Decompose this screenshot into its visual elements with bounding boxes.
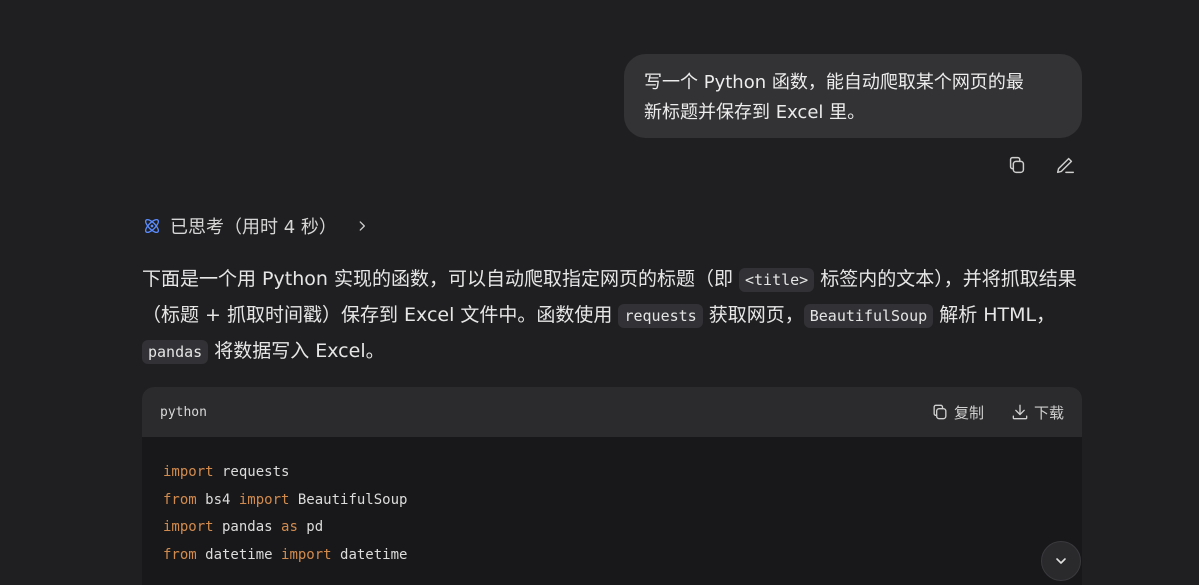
- message-actions: [1000, 150, 1090, 180]
- code-text: bs4: [196, 491, 239, 508]
- inline-code-title-tag: <title>: [738, 268, 815, 292]
- code-text: requests: [213, 464, 290, 480]
- thinking-toggle[interactable]: 已思考（用时 4 秒）: [142, 211, 369, 241]
- assistant-answer-text: 下面是一个用 Python 实现的函数，可以自动爬取指定网页的标题（即 <tit…: [142, 262, 1082, 370]
- code-keyword: from: [163, 546, 197, 563]
- download-code-button[interactable]: 下载: [1010, 402, 1064, 423]
- user-message-bubble: 写一个 Python 函数，能自动爬取某个网页的最 新标题并保存到 Excel …: [624, 54, 1082, 138]
- code-keyword: from: [163, 491, 197, 508]
- code-content: import requests from bs4 import Beautiful…: [142, 437, 1082, 569]
- user-message-line-1: 写一个 Python 函数，能自动爬取某个网页的最: [644, 72, 1024, 93]
- thinking-label: 已思考（用时 4 秒）: [170, 217, 337, 238]
- copy-icon: [1009, 156, 1025, 174]
- code-keyword: import: [163, 464, 214, 480]
- code-text: pd: [297, 519, 324, 535]
- code-text: BeautifulSoup: [289, 491, 408, 508]
- code-block-tools: 复制 下载: [904, 402, 1064, 423]
- inline-code-beautifulsoup: BeautifulSoup: [803, 304, 934, 328]
- chat-page: 写一个 Python 函数，能自动爬取某个网页的最 新标题并保存到 Excel …: [0, 0, 1199, 585]
- answer-text-1: 下面是一个用 Python 实现的函数，可以自动爬取指定网页的标题（即: [142, 268, 739, 290]
- copy-code-button[interactable]: 复制: [930, 402, 984, 423]
- download-icon: [1012, 404, 1028, 420]
- scroll-to-bottom-button[interactable]: [1041, 541, 1081, 581]
- code-line: from bs4 import BeautifulSoup: [163, 487, 1061, 515]
- edit-icon: [1056, 157, 1074, 174]
- download-code-label: 下载: [1033, 403, 1064, 422]
- code-line: import requests: [163, 459, 1061, 487]
- code-block: python 复制 下载 import requests from bs4 im…: [142, 387, 1082, 585]
- copy-icon: [933, 404, 947, 420]
- answer-text-4: 解析 HTML，: [933, 304, 1056, 326]
- code-block-header: python 复制 下载: [142, 387, 1082, 437]
- code-line: import pandas as pd: [163, 514, 1061, 542]
- code-text: datetime: [331, 546, 408, 563]
- answer-text-5: 将数据写入 Excel。: [208, 340, 385, 362]
- inline-code-pandas: pandas: [142, 340, 209, 364]
- code-keyword: import: [281, 546, 332, 563]
- copy-code-label: 复制: [953, 403, 984, 422]
- copy-message-button[interactable]: [1002, 150, 1032, 180]
- code-language-label: python: [160, 404, 207, 420]
- code-text: pandas: [213, 519, 282, 535]
- code-keyword: import: [163, 519, 214, 535]
- atom-icon: [144, 218, 160, 234]
- inline-code-requests: requests: [618, 304, 703, 328]
- chevron-right-icon: [359, 221, 365, 231]
- code-keyword: as: [281, 519, 298, 535]
- code-text: datetime: [196, 546, 282, 563]
- edit-message-button[interactable]: [1050, 150, 1080, 180]
- code-line: from datetime import datetime: [163, 542, 1061, 570]
- chevron-down-icon: [1056, 558, 1066, 564]
- answer-text-3: 获取网页，: [702, 304, 804, 326]
- user-message-line-2: 新标题并保存到 Excel 里。: [644, 102, 866, 123]
- code-keyword: import: [238, 491, 290, 508]
